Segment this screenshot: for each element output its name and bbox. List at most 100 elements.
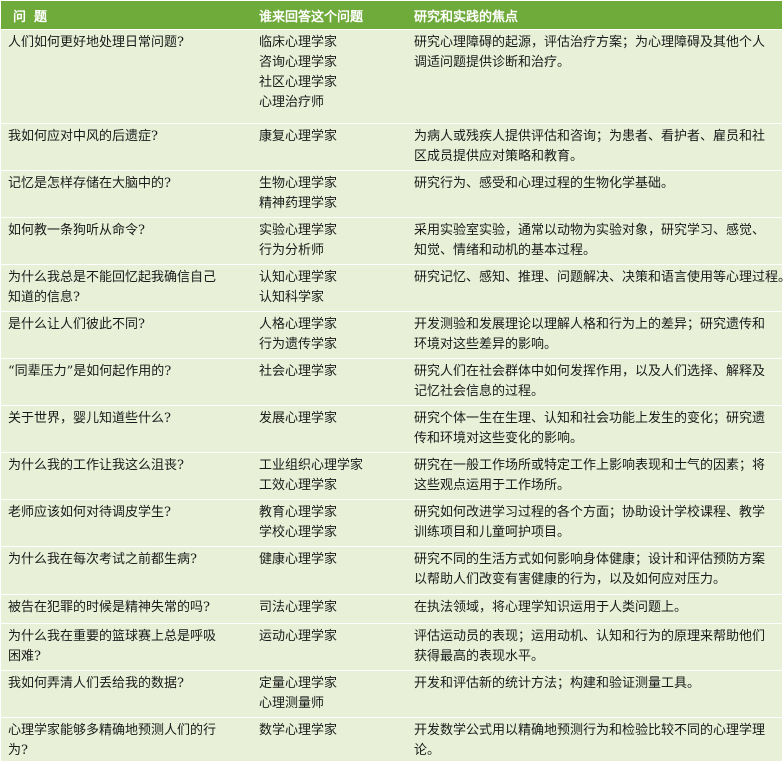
focus-cell-line: 区成员提供应对策略和教育。 (414, 149, 584, 164)
who-cell: 社会心理学家 (259, 359, 414, 405)
table-row: 记忆是怎样存储在大脑中的? 生物心理学家 精神药理学家 研究行为、感受和心理过程的生物… (1, 170, 782, 217)
who-cell-line: 实验心理学家 (259, 223, 338, 238)
focus-cell: 评估运动员的表现；运用动机、认知和行为的原理来帮助他们 获得最高的表现水平。 (414, 624, 782, 670)
focus-cell-line: 记忆社会信息的过程。 (414, 384, 545, 399)
focus-cell: 研究个体一生在生理、认知和社会功能上发生的变化；研究遗 传和环境对这些变化的影响。 (414, 406, 782, 452)
question-cell: 被告在犯罪的时候是精神失常的吗? (1, 595, 259, 623)
question-cell-line: 为什么我的工作让我这么沮丧? (8, 458, 184, 473)
question-cell: 为什么我在重要的篮球赛上总是呼吸 困难? (1, 624, 259, 670)
question-cell-line: 如何教一条狗听从命令? (8, 223, 145, 238)
who-cell-line: 心理测量师 (259, 696, 325, 711)
focus-cell-line: 采用实验室实验，通常以动物为实验对象，研究学习、感觉、 (414, 223, 766, 238)
table-row: 我如何应对中风的后遗症? 康复心理学家 为病人或残疾人提供评估和咨询；为患者、看护者… (1, 123, 782, 170)
question-cell-line: 知道的信息? (8, 290, 80, 305)
header-focus: 研究和实践的焦点 (414, 9, 519, 25)
focus-cell-line: 研究人们在社会群体中如何发挥作用，以及人们选择、解释及 (414, 364, 766, 379)
who-cell: 实验心理学家 行为分析师 (259, 218, 414, 264)
question-cell-line: 记忆是怎样存储在大脑中的? (8, 176, 171, 191)
focus-cell-line: 研究如何改进学习过程的各个方面；协助设计学校课程、教学 (414, 505, 766, 520)
question-cell: 老师应该如何对待调皮学生? (1, 500, 259, 546)
focus-cell-line: 论。 (414, 743, 441, 758)
who-cell-line: 数学心理学家 (259, 723, 338, 738)
who-cell-line: 发展心理学家 (259, 411, 338, 426)
focus-cell-line: 研究记忆、感知、推理、问题解决、决策和语言使用等心理过程。 (414, 270, 784, 285)
focus-cell-line: 开发数学公式用以精确地预测行为和检验比较不同的心理学理 (414, 723, 766, 738)
question-cell: 我如何弄清人们丢给我的数据? (1, 671, 259, 717)
question-cell: “同辈压力”是如何起作用的? (1, 359, 259, 405)
focus-cell-line: 评估运动员的表现；运用动机、认知和行为的原理来帮助他们 (414, 629, 766, 644)
table-row: 我如何弄清人们丢给我的数据? 定量心理学家 心理测量师 开发和评估新的统计方法；构建和… (1, 670, 782, 717)
question-cell-line: 老师应该如何对待调皮学生? (8, 505, 171, 520)
focus-cell: 开发测验和发展理论以理解人格和行为上的差异；研究遗传和 环境对这些差异的影响。 (414, 312, 782, 358)
who-cell-line: 社区心理学家 (259, 75, 338, 90)
table-row: 如何教一条狗听从命令? 实验心理学家 行为分析师 采用实验室实验，通常以动物为实验对象… (1, 217, 782, 264)
who-cell-line: 认知心理学家 (259, 270, 338, 285)
focus-cell-line: 知觉、情绪和动机的基本过程。 (414, 243, 597, 258)
who-cell: 认知心理学家 认知科学家 (259, 265, 414, 311)
focus-cell-line: 开发测验和发展理论以理解人格和行为上的差异；研究遗传和 (414, 317, 766, 332)
question-cell: 为什么我总是不能回忆起我确信自己 知道的信息? (1, 265, 259, 311)
who-cell: 临床心理学家 咨询心理学家 社区心理学家 心理治疗师 (259, 30, 414, 123)
focus-cell: 开发和评估新的统计方法；构建和验证测量工具。 (414, 671, 782, 717)
focus-cell: 在执法领域，将心理学知识运用于人类问题上。 (414, 595, 782, 623)
question-cell-line: 关于世界，婴儿知道些什么? (8, 411, 171, 426)
who-cell-line: 行为遗传学家 (259, 337, 338, 352)
table-row: 人们如何更好地处理日常问题? 临床心理学家 咨询心理学家 社区心理学家 心理治疗师 研究心… (1, 29, 782, 123)
question-cell-line: 是什么让人们彼此不同? (8, 317, 145, 332)
focus-cell-line: 研究在一般工作场所或特定工作上影响表现和士气的因素；将 (414, 458, 766, 473)
focus-cell: 研究行为、感受和心理过程的生物化学基础。 (414, 171, 782, 217)
who-cell-line: 运动心理学家 (259, 629, 338, 644)
question-cell-line: 被告在犯罪的时候是精神失常的吗? (8, 600, 210, 615)
who-cell: 工业组织心理学家 工效心理学家 (259, 453, 414, 499)
question-cell-line: “同辈压力”是如何起作用的? (8, 364, 172, 379)
who-cell: 康复心理学家 (259, 124, 414, 170)
who-cell-line: 定量心理学家 (259, 676, 338, 691)
question-cell-line: 为什么我在每次考试之前都生病? (8, 552, 197, 567)
psychology-fields-table: 问题 谁来回答这个问题 研究和实践的焦点 人们如何更好地处理日常问题? 临床心理学… (1, 1, 784, 761)
table-row: 为什么我总是不能回忆起我确信自己 知道的信息? 认知心理学家 认知科学家 研究记忆、感知… (1, 264, 784, 311)
who-cell-line: 精神药理学家 (259, 196, 338, 211)
focus-cell: 研究如何改进学习过程的各个方面；协助设计学校课程、教学 训练项目和儿童呵护项目。 (414, 500, 782, 546)
question-cell-line: 人们如何更好地处理日常问题? (8, 35, 184, 50)
who-cell-line: 社会心理学家 (259, 364, 338, 379)
focus-cell-line: 训练项目和儿童呵护项目。 (414, 525, 571, 540)
question-cell-line: 困难? (8, 649, 41, 664)
header-question: 问题 (13, 9, 56, 25)
who-cell: 数学心理学家 (259, 718, 414, 759)
who-cell: 司法心理学家 (259, 595, 414, 623)
table-row: 为什么我在每次考试之前都生病? 健康心理学家 研究不同的生活方式如何影响身体健康；设… (1, 546, 782, 594)
who-cell-line: 临床心理学家 (259, 35, 338, 50)
focus-cell-line: 开发和评估新的统计方法；构建和验证测量工具。 (414, 676, 701, 691)
focus-cell-line: 这些观点运用于工作场所。 (414, 478, 571, 493)
who-cell-line: 生物心理学家 (259, 176, 338, 191)
table-body: 人们如何更好地处理日常问题? 临床心理学家 咨询心理学家 社区心理学家 心理治疗师 研究心… (1, 29, 784, 759)
who-cell: 运动心理学家 (259, 624, 414, 670)
who-cell-line: 人格心理学家 (259, 317, 338, 332)
focus-cell: 开发数学公式用以精确地预测行为和检验比较不同的心理学理 论。 (414, 718, 782, 759)
focus-cell-line: 传和环境对这些变化的影响。 (414, 431, 584, 446)
question-cell: 为什么我在每次考试之前都生病? (1, 547, 259, 594)
who-cell-line: 行为分析师 (259, 243, 325, 258)
who-cell-line: 学校心理学家 (259, 525, 338, 540)
who-cell-line: 健康心理学家 (259, 552, 338, 567)
focus-cell-line: 研究个体一生在生理、认知和社会功能上发生的变化；研究遗 (414, 411, 766, 426)
focus-cell-line: 为病人或残疾人提供评估和咨询；为患者、看护者、雇员和社 (414, 129, 766, 144)
focus-cell: 研究人们在社会群体中如何发挥作用，以及人们选择、解释及 记忆社会信息的过程。 (414, 359, 782, 405)
table-row: 老师应该如何对待调皮学生? 教育心理学家 学校心理学家 研究如何改进学习过程的各个方面… (1, 499, 782, 546)
who-cell: 教育心理学家 学校心理学家 (259, 500, 414, 546)
who-cell-line: 工效心理学家 (259, 478, 338, 493)
table-header: 问题 谁来回答这个问题 研究和实践的焦点 (1, 1, 782, 29)
who-cell: 健康心理学家 (259, 547, 414, 594)
table-row: 关于世界，婴儿知道些什么? 发展心理学家 研究个体一生在生理、认知和社会功能上发生的… (1, 405, 782, 452)
focus-cell-line: 研究心理障碍的起源，评估治疗方案；为心理障碍及其他个人 (414, 35, 766, 50)
who-cell-line: 教育心理学家 (259, 505, 338, 520)
focus-cell: 研究在一般工作场所或特定工作上影响表现和士气的因素；将 这些观点运用于工作场所。 (414, 453, 782, 499)
focus-cell-line: 研究不同的生活方式如何影响身体健康；设计和评估预防方案 (414, 552, 766, 567)
question-cell: 如何教一条狗听从命令? (1, 218, 259, 264)
table-row: 为什么我的工作让我这么沮丧? 工业组织心理学家 工效心理学家 研究在一般工作场所或特定… (1, 452, 782, 499)
who-cell-line: 认知科学家 (259, 290, 325, 305)
who-cell: 定量心理学家 心理测量师 (259, 671, 414, 717)
table-row: 心理学家能够多精确地预测人们的行 为? 数学心理学家 开发数学公式用以精确地预测行为和… (1, 717, 782, 759)
focus-cell-line: 调适问题提供诊断和治疗。 (414, 55, 571, 70)
who-cell: 生物心理学家 精神药理学家 (259, 171, 414, 217)
